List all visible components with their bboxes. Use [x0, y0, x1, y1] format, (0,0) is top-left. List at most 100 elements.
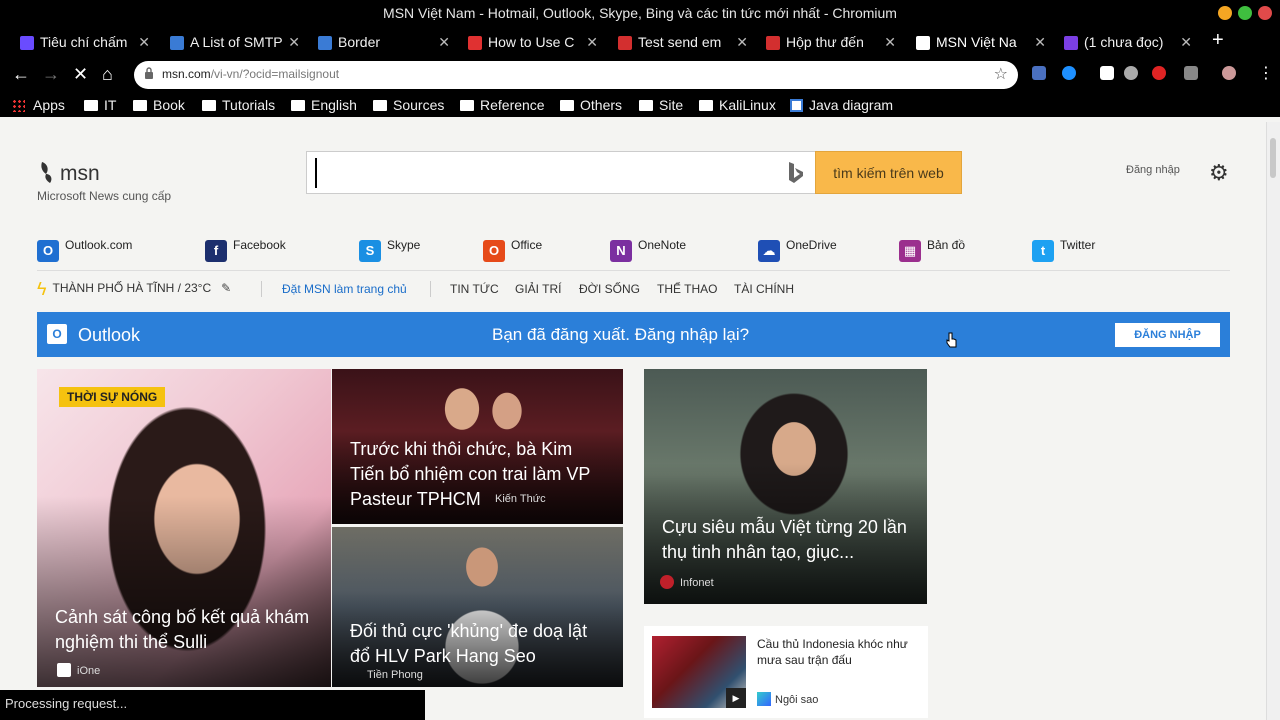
address-bar[interactable]: msn.com/vi-vn/?ocid=mailsignout ☆ [134, 61, 1018, 89]
stop-icon[interactable]: ✕ [73, 63, 88, 85]
service-maps[interactable]: ▦ Bản đồ [899, 234, 965, 262]
tab-test-send[interactable]: Test send em ✕ [614, 29, 750, 57]
bookmark-java-diagram[interactable]: Java diagram [790, 96, 893, 114]
bookmark-folder-book[interactable]: Book [133, 96, 185, 114]
gear-icon[interactable]: ⚙ [1209, 160, 1229, 186]
news-headline[interactable]: Cầu thủ Indonesia khóc như mưa sau trận … [757, 636, 917, 668]
folder-icon [133, 100, 147, 111]
signin-link[interactable]: Đăng nhập [1126, 164, 1180, 176]
scrollbar-thumb[interactable] [1270, 138, 1276, 178]
service-onenote[interactable]: N OneNote [610, 234, 686, 262]
tab-close-icon[interactable]: ✕ [1034, 29, 1046, 55]
tab-unread[interactable]: (1 chưa đọc) ✕ [1060, 29, 1194, 57]
bookmark-folder-it[interactable]: IT [84, 96, 116, 114]
tab-hop-thu[interactable]: Hộp thư đến ✕ [762, 29, 898, 57]
tab-close-icon[interactable]: ✕ [138, 29, 150, 55]
bookmark-folder-tutorials[interactable]: Tutorials [202, 96, 275, 114]
service-onedrive[interactable]: ☁ OneDrive [758, 234, 837, 262]
service-twitter[interactable]: t Twitter [1032, 234, 1095, 262]
info-icon[interactable] [144, 67, 154, 80]
news-headline[interactable]: Đối thủ cực 'khủng' đe doạ lật đổ HLV Pa… [350, 619, 609, 669]
service-label: Outlook.com [65, 238, 133, 252]
news-headline[interactable]: Cựu siêu mẫu Việt từng 20 lần thụ tinh n… [662, 515, 913, 565]
play-icon[interactable]: ▶ [726, 688, 746, 708]
tab-how-to-use[interactable]: How to Use C ✕ [464, 29, 600, 57]
set-homepage-link[interactable]: Đặt MSN làm trang chủ [282, 282, 407, 296]
folder-icon [84, 100, 98, 111]
pencil-icon[interactable]: ✎ [221, 281, 231, 295]
tab-close-icon[interactable]: ✕ [884, 29, 896, 55]
tab-close-icon[interactable]: ✕ [438, 29, 450, 55]
translate-extension-icon[interactable] [1032, 66, 1046, 80]
nav-link-sports[interactable]: THỂ THAO [657, 282, 717, 296]
signin-button[interactable]: ĐĂNG NHẬP [1115, 323, 1220, 347]
web-search-button[interactable]: tìm kiếm trên web [815, 151, 962, 194]
page-scrollbar[interactable] [1266, 122, 1280, 720]
home-icon[interactable]: ⌂ [102, 63, 113, 85]
tab-close-icon[interactable]: ✕ [586, 29, 598, 55]
bookmark-folder-site[interactable]: Site [639, 96, 683, 114]
msn-logo[interactable]: msn [38, 160, 100, 186]
news-card-bottom-middle[interactable]: Đối thủ cực 'khủng' đe doạ lật đổ HLV Pa… [332, 527, 623, 687]
drop-extension-icon[interactable] [1062, 66, 1076, 80]
extension-icon[interactable] [1100, 66, 1114, 80]
news-headline[interactable]: Trước khi thôi chức, bà Kim Tiến bổ nhiệ… [350, 437, 609, 512]
folder-icon [202, 100, 216, 111]
search-box [306, 151, 816, 194]
source-logo-icon [57, 663, 71, 677]
service-label: Bản đồ [927, 238, 966, 252]
tab-close-icon[interactable]: ✕ [1180, 29, 1192, 55]
bing-icon[interactable] [787, 161, 805, 185]
bookmark-folder-reference[interactable]: Reference [460, 96, 545, 114]
extension-icon[interactable] [1124, 66, 1138, 80]
news-headline[interactable]: Cảnh sát công bố kết quả khám nghiệm thi… [55, 605, 317, 655]
news-card-small[interactable]: ▶ Cầu thủ Indonesia khóc như mưa sau trậ… [644, 626, 928, 718]
bookmark-label: Java diagram [809, 97, 894, 113]
bookmark-folder-others[interactable]: Others [560, 96, 622, 114]
close-window-button[interactable] [1258, 6, 1272, 20]
weather-widget[interactable]: ϟ THÀNH PHỐ HÀ TĨNH / 23°C ✎ [37, 279, 231, 300]
bookmark-folder-kalilinux[interactable]: KaliLinux [699, 96, 776, 114]
banner-message[interactable]: Bạn đã đăng xuất. Đăng nhập lại? [492, 325, 749, 345]
bookmark-label: English [311, 97, 357, 113]
service-facebook[interactable]: f Facebook [205, 234, 286, 262]
extension-icon[interactable] [1152, 66, 1166, 80]
maximize-button[interactable] [1238, 6, 1252, 20]
service-label: Twitter [1060, 238, 1096, 252]
tab-close-icon[interactable]: ✕ [736, 29, 748, 55]
nav-link-news[interactable]: TIN TỨC [450, 282, 499, 296]
new-tab-icon[interactable]: + [1212, 29, 1224, 51]
tab-tieu-chi[interactable]: Tiêu chí chấm ✕ [16, 29, 152, 57]
folder-icon [699, 100, 713, 111]
nav-link-entertainment[interactable]: GIẢI TRÍ [515, 282, 561, 296]
forward-arrow-icon[interactable]: → [42, 63, 60, 85]
bookmark-apps[interactable]: Apps [12, 96, 65, 114]
news-card-main[interactable]: THỜI SỰ NÓNG Cảnh sát công bố kết quả kh… [37, 369, 331, 687]
minimize-button[interactable] [1218, 6, 1232, 20]
tab-close-icon[interactable]: ✕ [288, 29, 300, 55]
logo-text: msn [60, 162, 100, 185]
nav-link-lifestyle[interactable]: ĐỜI SỐNG [579, 282, 640, 296]
logo-subtitle: Microsoft News cung cấp [37, 189, 172, 203]
extension-icon[interactable] [1184, 66, 1198, 80]
nav-link-finance[interactable]: TÀI CHÍNH [734, 282, 794, 296]
search-input[interactable] [315, 158, 775, 188]
menu-kebab-icon[interactable]: ⋮ [1258, 63, 1274, 85]
tab-msn[interactable]: MSN Việt Na ✕ [912, 29, 1048, 57]
service-skype[interactable]: S Skype [359, 234, 420, 262]
tab-label: (1 chưa đọc) [1084, 34, 1164, 50]
tab-label: MSN Việt Na [936, 34, 1017, 50]
back-arrow-icon[interactable]: ← [12, 63, 30, 85]
tab-border[interactable]: Border ✕ [314, 29, 452, 57]
news-card-right[interactable]: Cựu siêu mẫu Việt từng 20 lần thụ tinh n… [644, 369, 927, 604]
bookmark-star-icon[interactable]: ☆ [994, 64, 1008, 84]
service-office[interactable]: O Office [483, 234, 542, 262]
profile-avatar[interactable] [1222, 66, 1236, 80]
status-bubble: Processing request... [0, 690, 425, 720]
bookmark-folder-english[interactable]: English [291, 96, 357, 114]
tab-smtp[interactable]: A List of SMTP ✕ [166, 29, 302, 57]
news-card-top-middle[interactable]: Trước khi thôi chức, bà Kim Tiến bổ nhiệ… [332, 369, 623, 524]
bookmark-label: KaliLinux [719, 97, 776, 113]
bookmark-folder-sources[interactable]: Sources [373, 96, 444, 114]
service-outlook[interactable]: O Outlook.com [37, 234, 132, 262]
